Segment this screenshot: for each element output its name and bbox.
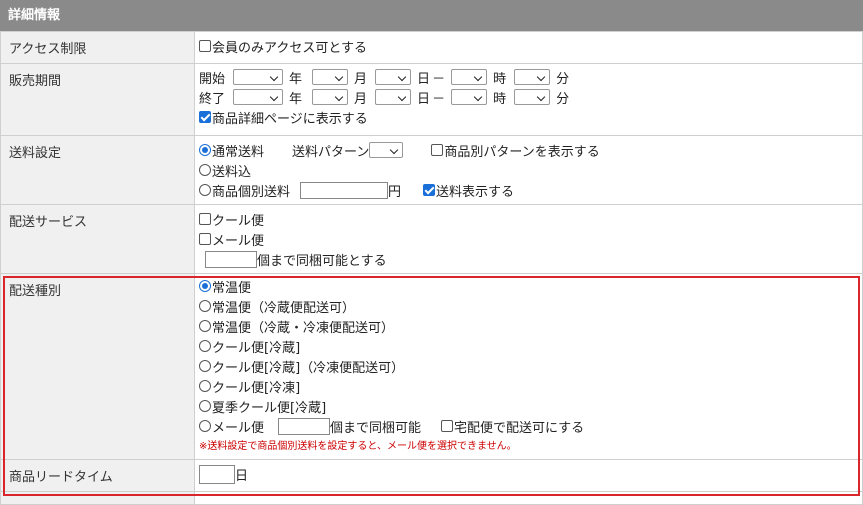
hour-label: 時 bbox=[493, 91, 507, 107]
mail-bundle-label: 個まで同梱可能 bbox=[330, 420, 422, 436]
yen-label: 円 bbox=[388, 184, 402, 200]
delivery-type-label: クール便[冷蔵]（冷凍便配送可） bbox=[212, 360, 405, 376]
individual-fee-label: 商品個別送料 bbox=[212, 184, 291, 200]
label-delivery-type: 配送種別 bbox=[0, 273, 195, 460]
takuhai-label: 宅配便で配送可にする bbox=[454, 420, 585, 436]
value-period: 開始 年 月 日 － 時 分 終了 年 月 日 － 時 分 商品詳細ページに表示… bbox=[194, 63, 863, 136]
start-row: 開始 年 月 日 － 時 分 bbox=[199, 67, 858, 87]
row-period: 販売期間 開始 年 月 日 － 時 分 終了 年 月 日 － 時 分 商品詳細ペ… bbox=[0, 63, 863, 136]
fee-included-radio[interactable] bbox=[199, 164, 211, 176]
start-month-select[interactable] bbox=[312, 69, 349, 85]
label-access: アクセス制限 bbox=[0, 31, 195, 64]
end-month-select[interactable] bbox=[312, 89, 349, 105]
delivery-type-radio-6[interactable] bbox=[199, 400, 211, 412]
start-minute-select[interactable] bbox=[514, 69, 551, 85]
day-label: 日 bbox=[417, 91, 431, 107]
year-label: 年 bbox=[289, 71, 303, 87]
cool-checkbox[interactable] bbox=[199, 213, 211, 225]
members-only-checkbox[interactable] bbox=[199, 40, 211, 52]
fee-included-label: 送料込 bbox=[212, 164, 252, 180]
delivery-type-label: クール便[冷凍] bbox=[212, 380, 301, 396]
end-year-select[interactable] bbox=[233, 89, 284, 105]
hour-label: 時 bbox=[493, 71, 507, 87]
delivery-type-label: 常温便（冷蔵・冷凍便配送可） bbox=[212, 320, 395, 336]
section-header: 詳細情報 bbox=[0, 0, 863, 31]
normal-fee-label: 通常送料 bbox=[212, 144, 265, 160]
normal-fee-radio[interactable] bbox=[199, 144, 211, 156]
year-label: 年 bbox=[289, 91, 303, 107]
delivery-type-label: クール便[冷蔵] bbox=[212, 340, 301, 356]
dash-label: － bbox=[432, 71, 446, 87]
value-access: 会員のみアクセス可とする bbox=[194, 31, 863, 64]
end-hour-select[interactable] bbox=[451, 89, 488, 105]
delivery-type-radio-3[interactable] bbox=[199, 340, 211, 352]
row-lead-time: 商品リードタイム 日 bbox=[0, 459, 863, 492]
bundle-count-input[interactable] bbox=[205, 250, 257, 268]
label-lead-time: 商品リードタイム bbox=[0, 459, 195, 492]
start-label: 開始 bbox=[199, 71, 226, 87]
label-delivery-service: 配送サービス bbox=[0, 204, 195, 274]
value-delivery-type: 常温便 常温便（冷蔵便配送可） 常温便（冷蔵・冷凍便配送可） クール便[冷蔵] … bbox=[194, 273, 863, 460]
delivery-type-radio-5[interactable] bbox=[199, 380, 211, 392]
show-pattern-label: 商品別パターンを表示する bbox=[444, 144, 600, 160]
value-lead-time: 日 bbox=[194, 459, 863, 492]
delivery-type-label: 常温便 bbox=[212, 280, 252, 296]
show-on-detail-checkbox[interactable] bbox=[199, 111, 211, 123]
individual-fee-input[interactable] bbox=[300, 181, 389, 199]
mail-label: メール便 bbox=[212, 233, 265, 249]
end-minute-select[interactable] bbox=[514, 89, 551, 105]
row-shipping-fee: 送料設定 通常送料 送料パターン 商品別パターンを表示する 送料込 商品個別送料… bbox=[0, 135, 863, 205]
pattern-select[interactable] bbox=[369, 142, 404, 158]
mail-checkbox[interactable] bbox=[199, 233, 211, 245]
row-delivery-service: 配送サービス クール便 メール便 個まで同梱可能とする bbox=[0, 204, 863, 274]
month-label: 月 bbox=[354, 71, 368, 87]
mail-type-label: メール便 bbox=[212, 420, 265, 436]
individual-fee-radio[interactable] bbox=[199, 184, 211, 196]
show-fee-label: 送料表示する bbox=[436, 184, 515, 200]
bundle-suffix-label: 個まで同梱可能とする bbox=[257, 253, 387, 269]
takuhai-checkbox[interactable] bbox=[441, 420, 454, 432]
value-delivery-service: クール便 メール便 個まで同梱可能とする bbox=[194, 204, 863, 274]
minute-label: 分 bbox=[556, 71, 570, 87]
delivery-type-label: 夏季クール便[冷蔵] bbox=[212, 400, 327, 416]
delivery-type-radio-2[interactable] bbox=[199, 320, 211, 332]
detail-form-table: アクセス制限 会員のみアクセス可とする 販売期間 開始 年 月 日 － 時 分 … bbox=[0, 31, 863, 505]
show-pattern-checkbox[interactable] bbox=[431, 144, 444, 156]
mail-warning-note: ※送料設定で商品個別送料を設定すると、メール便を選択できません。 bbox=[199, 440, 517, 452]
delivery-type-radio-4[interactable] bbox=[199, 360, 211, 372]
row-delivery-type: 配送種別 常温便 常温便（冷蔵便配送可） 常温便（冷蔵・冷凍便配送可） クール便… bbox=[0, 273, 863, 460]
end-row: 終了 年 月 日 － 時 分 bbox=[199, 87, 858, 107]
label-shipping-fee: 送料設定 bbox=[0, 135, 195, 205]
delivery-type-radio-1[interactable] bbox=[199, 300, 211, 312]
cool-label: クール便 bbox=[212, 213, 265, 229]
delivery-type-radio-mail[interactable] bbox=[199, 420, 211, 432]
day-label: 日 bbox=[417, 71, 431, 87]
show-fee-checkbox[interactable] bbox=[423, 184, 436, 196]
minute-label: 分 bbox=[556, 91, 570, 107]
month-label: 月 bbox=[354, 91, 368, 107]
start-year-select[interactable] bbox=[233, 69, 284, 85]
delivery-type-label: 常温便（冷蔵便配送可） bbox=[212, 300, 356, 316]
row-access: アクセス制限 会員のみアクセス可とする bbox=[0, 31, 863, 64]
end-label: 終了 bbox=[199, 91, 226, 107]
label-period: 販売期間 bbox=[0, 63, 195, 136]
delivery-type-radio-0[interactable] bbox=[199, 280, 211, 292]
start-day-select[interactable] bbox=[375, 69, 412, 85]
lead-time-input[interactable] bbox=[199, 464, 235, 484]
start-hour-select[interactable] bbox=[451, 69, 488, 85]
value-shipping-fee: 通常送料 送料パターン 商品別パターンを表示する 送料込 商品個別送料 円 送料… bbox=[194, 135, 863, 205]
dash-label: － bbox=[432, 91, 446, 107]
lead-time-unit: 日 bbox=[235, 468, 249, 484]
pattern-label: 送料パターン bbox=[292, 144, 370, 160]
end-day-select[interactable] bbox=[375, 89, 412, 105]
mail-bundle-input[interactable] bbox=[278, 417, 331, 435]
members-only-label: 会員のみアクセス可とする bbox=[212, 40, 367, 56]
show-on-detail-label: 商品詳細ページに表示する bbox=[212, 111, 368, 127]
